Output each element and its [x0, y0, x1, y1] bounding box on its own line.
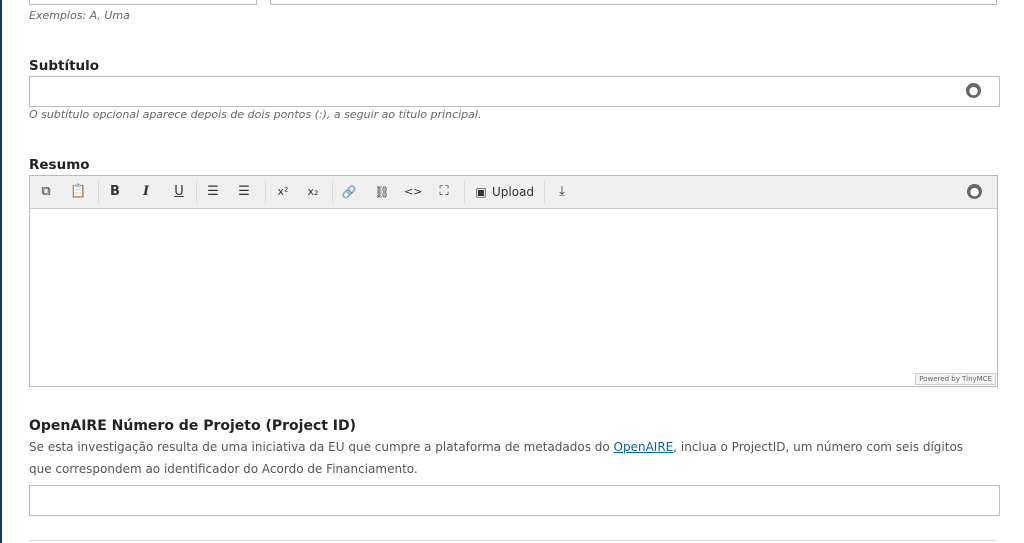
abstract-editor[interactable]: ⧉ 📋 B I U ☰ ☰ x² x₂ 🔗 ⛓ <> ⛶ ▣ Upload ⤓ … [29, 175, 998, 387]
underline-button[interactable]: U [170, 183, 188, 201]
openaire-label: OpenAIRE Número de Projeto (Project ID) [29, 418, 357, 434]
editor-toolbar: ⧉ 📋 B I U ☰ ☰ x² x₂ 🔗 ⛓ <> ⛶ ▣ Upload ⤓ … [30, 176, 997, 209]
numbered-list-icon[interactable]: ☰ [235, 183, 253, 201]
globe-icon[interactable]: ● [967, 184, 982, 199]
tinymce-branding: Powered by TinyMCE [915, 373, 996, 385]
image-icon[interactable]: ▣ [473, 183, 489, 201]
globe-icon[interactable]: ● [966, 83, 981, 98]
openaire-description: Se esta investigação resulta de uma inic… [29, 436, 989, 480]
subscript-button[interactable]: x₂ [304, 183, 322, 201]
upload-button[interactable]: Upload [492, 183, 540, 201]
page-left-border [0, 0, 2, 543]
subtitle-input[interactable] [29, 76, 1000, 107]
italic-button[interactable]: I [137, 183, 155, 201]
openaire-link[interactable]: OpenAIRE [614, 440, 674, 454]
title-input[interactable] [270, 0, 997, 5]
prefix-input[interactable] [29, 0, 257, 5]
link-icon[interactable]: 🔗 [340, 183, 358, 201]
bullet-list-icon[interactable]: ☰ [204, 183, 222, 201]
copy-icon[interactable]: ⧉ [38, 183, 54, 201]
openaire-desc-before: Se esta investigação resulta de uma inic… [29, 440, 614, 454]
openaire-project-id-input[interactable] [29, 485, 1000, 516]
paste-icon[interactable]: 📋 [70, 183, 86, 201]
prefix-help: Exemplos: A, Uma [29, 9, 130, 22]
abstract-text-area[interactable] [30, 209, 997, 386]
subtitle-help: O subtítulo opcional aparece depois de d… [29, 108, 482, 121]
subtitle-label: Subtítulo [29, 58, 100, 74]
fullscreen-icon[interactable]: ⛶ [435, 183, 453, 201]
download-icon[interactable]: ⤓ [553, 183, 571, 201]
superscript-button[interactable]: x² [274, 183, 292, 201]
divider [29, 540, 996, 541]
abstract-label: Resumo [29, 157, 90, 173]
code-icon[interactable]: <> [404, 183, 422, 201]
bold-button[interactable]: B [106, 183, 124, 201]
unlink-icon[interactable]: ⛓ [373, 183, 391, 201]
